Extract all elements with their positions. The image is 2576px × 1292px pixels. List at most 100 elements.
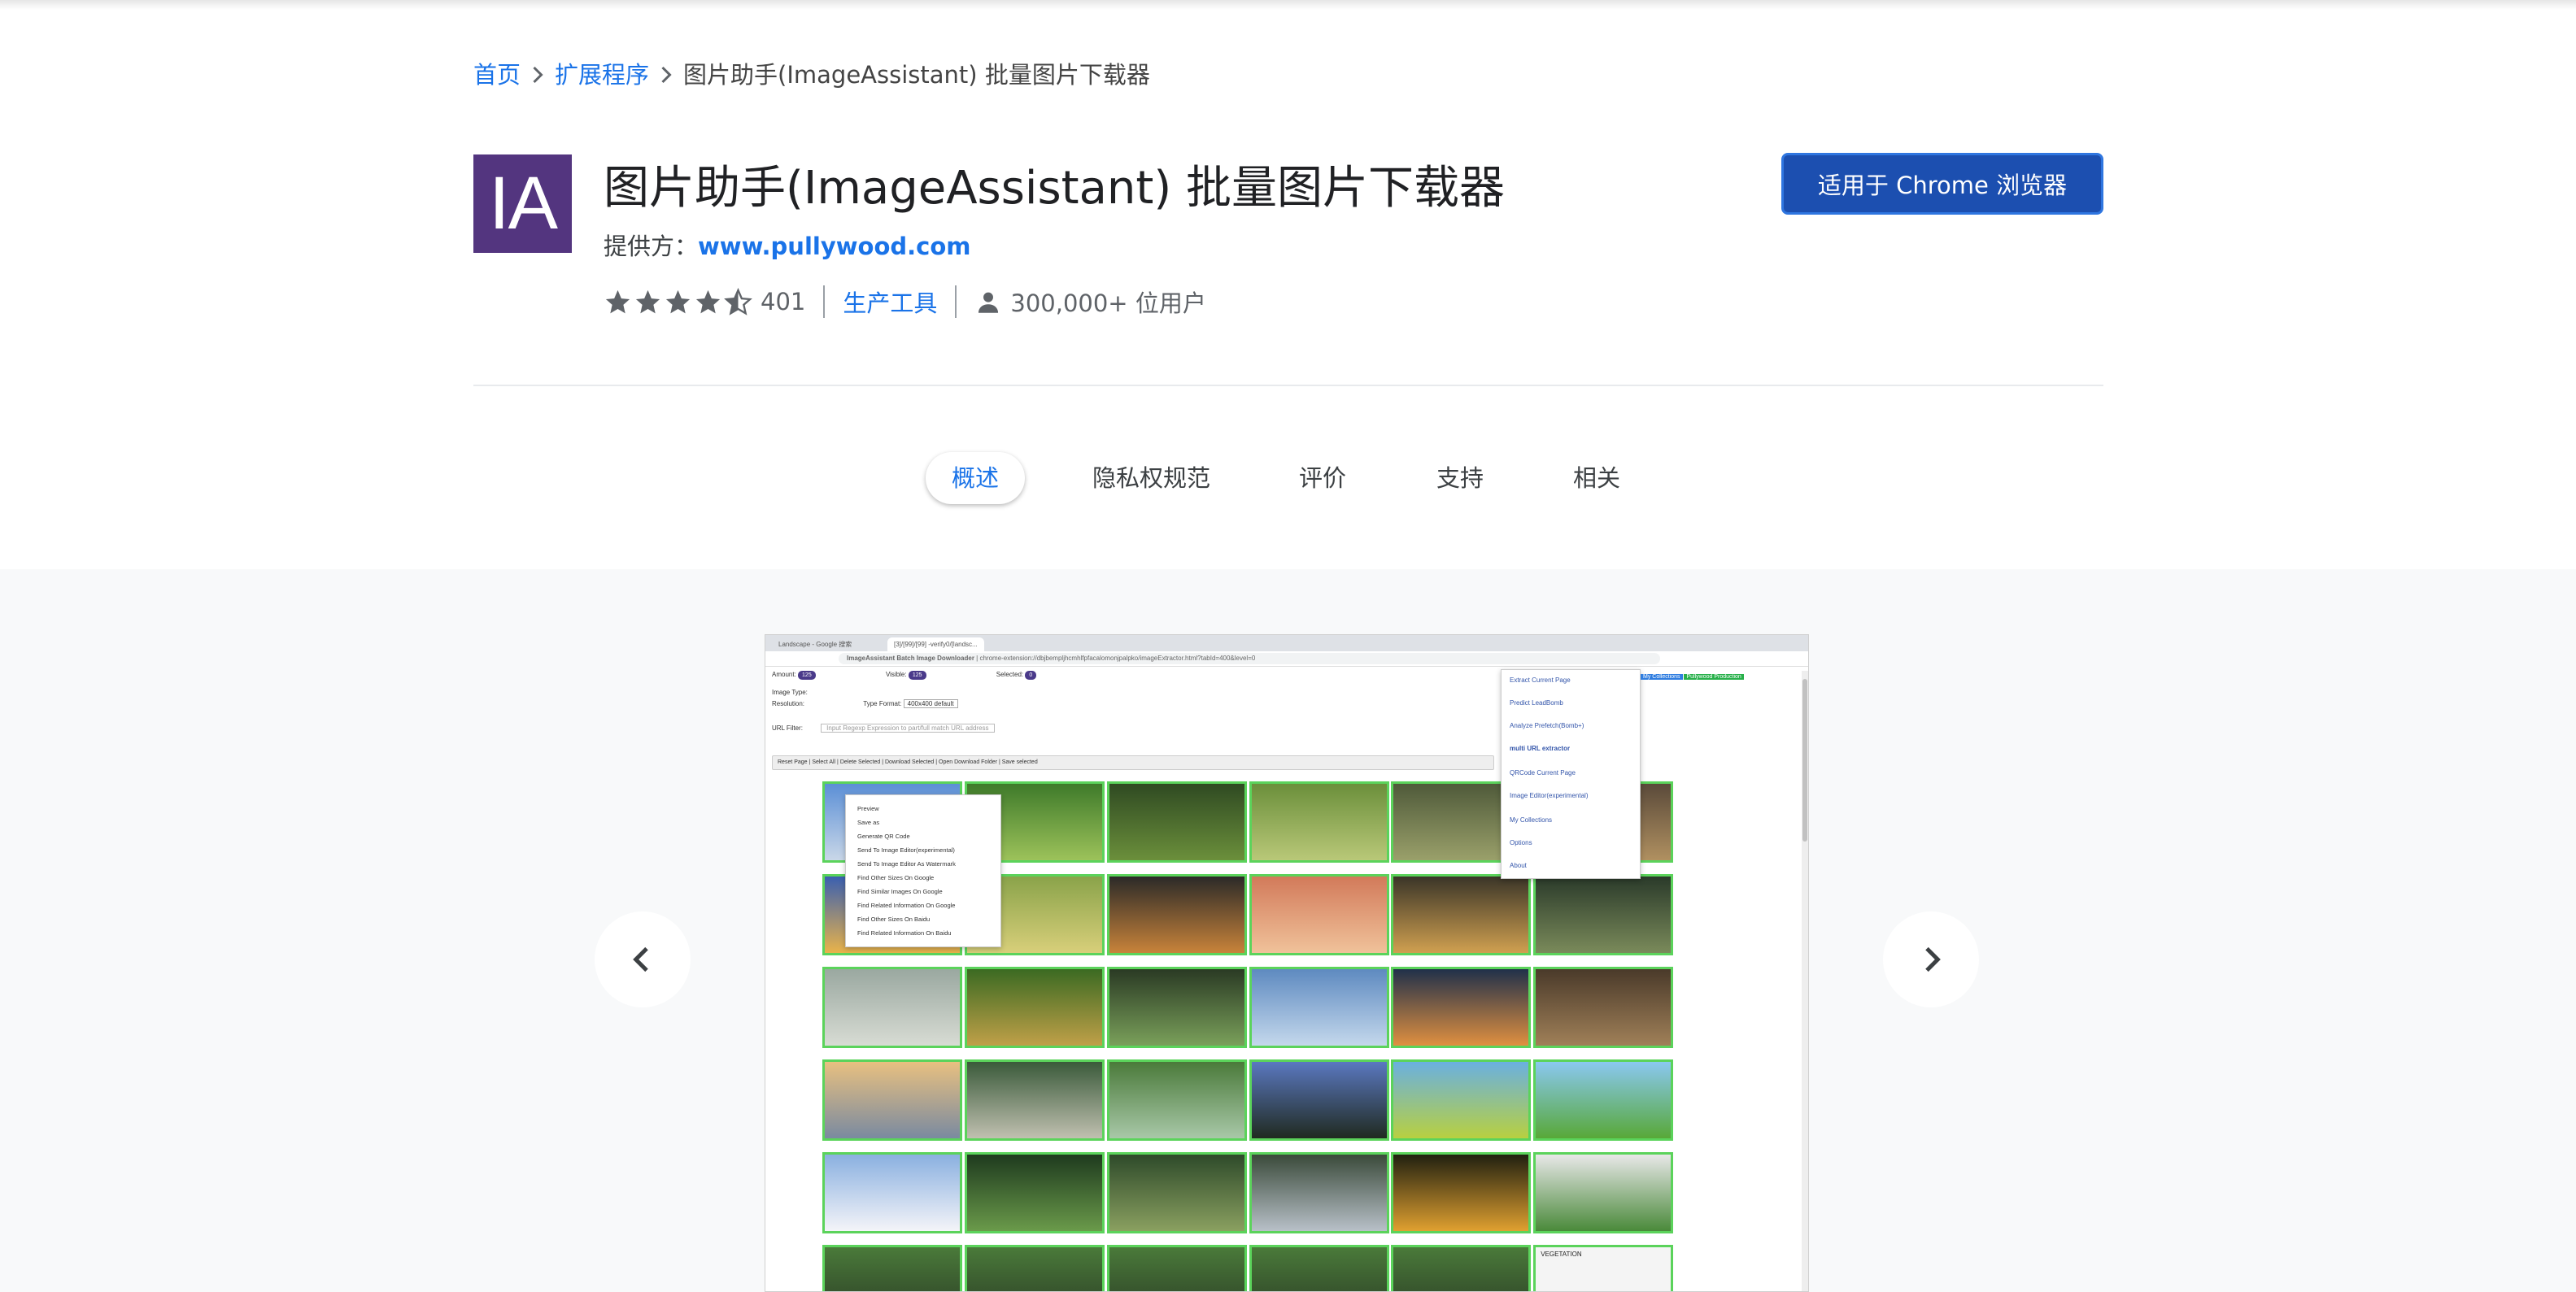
add-to-chrome-button[interactable]: 适用于 Chrome 浏览器: [1781, 153, 2103, 215]
rating-count[interactable]: 401: [761, 288, 805, 315]
breadcrumb-extensions-link[interactable]: 扩展程序: [555, 56, 649, 90]
star-half-icon: [724, 287, 752, 315]
extension-title: 图片助手(ImageAssistant) 批量图片下载器: [604, 162, 1505, 215]
user-count: 300,000+ 位用户: [1010, 289, 1206, 317]
context-menu-item: Find Related Information On Google: [857, 902, 956, 909]
thumbnail-image: [822, 1152, 963, 1233]
screenshot-url-title: ImageAssistant Batch Image Downloader: [847, 655, 974, 662]
category-link[interactable]: 生产工具: [843, 285, 937, 319]
url-filter-input: Input Regexp Expression to part/full mat…: [821, 724, 995, 733]
toolbar-item: Download Selected: [884, 759, 935, 765]
top-shadow: [0, 0, 2576, 10]
thumbnail-image: [1106, 874, 1247, 955]
extension-menu-item: About: [1510, 862, 1527, 869]
tab-related[interactable]: 相关: [1573, 452, 1620, 504]
thumbnail-image: [822, 1245, 963, 1291]
breadcrumb-current: 图片助手(ImageAssistant) 批量图片下载器: [683, 61, 1150, 89]
tab-reviews[interactable]: 评价: [1299, 452, 1346, 504]
thumbnail-image: [1533, 874, 1674, 955]
extension-menu-item: QRCode Current Page: [1510, 769, 1576, 777]
screenshot-collection-badges: My Collections Pullywood Production: [1641, 674, 1744, 680]
provider-line: 提供方：www.pullywood.com: [604, 228, 970, 262]
thumbnail-image: [1106, 1245, 1247, 1291]
thumbnail-image: [1249, 967, 1389, 1048]
context-menu-item: Save as: [857, 819, 880, 826]
context-menu-item: Generate QR Code: [857, 833, 910, 840]
thumbnail-image: [965, 1059, 1105, 1141]
toolbar-item: Open Download Folder: [939, 759, 998, 765]
resolution-row: Resolution: Type Format: 400x400 default: [772, 699, 958, 708]
amount-label: Amount:: [772, 671, 796, 678]
tab-support[interactable]: 支持: [1436, 452, 1484, 504]
header-divider: [473, 385, 2103, 386]
screenshot-address-bar: ImageAssistant Batch Image Downloader | …: [765, 651, 1808, 667]
screenshot-toolbar: Reset Page | Select All | Delete Selecte…: [772, 755, 1494, 770]
context-menu-item: Find Related Information On Baidu: [857, 929, 952, 937]
extension-menu-item: Options: [1510, 839, 1532, 846]
url-filter-label: URL Filter:: [772, 724, 803, 732]
thumbnail-image: [965, 1152, 1105, 1233]
thumbnail-image: [1391, 1245, 1532, 1291]
selected-value: 0: [1025, 671, 1037, 680]
thumbnail-image: [822, 967, 963, 1048]
thumbnail-image: [1533, 1152, 1674, 1233]
gallery-next-button[interactable]: [1883, 911, 1979, 1007]
toolbar-item: Reset Page: [778, 759, 808, 765]
toolbar-item: Save selected: [1001, 759, 1038, 765]
thumbnail-image: [1533, 967, 1674, 1048]
thumbnail-image: [1249, 874, 1389, 955]
provider-link[interactable]: www.pullywood.com: [698, 233, 970, 260]
toolbar-item: Delete Selected: [839, 759, 881, 765]
star-icon: [635, 289, 660, 313]
screenshot-scrollbar: [1802, 671, 1808, 1291]
visible-value: 125: [908, 671, 926, 680]
chevron-right-icon: [649, 59, 683, 87]
type-format-label: Type Format:: [863, 700, 902, 707]
screenshot-gallery: Landscape - Google 搜索 [3]/[99]/[99] -ver…: [0, 569, 2576, 1292]
provider-label: 提供方：: [604, 233, 699, 260]
screenshot-controls: Amount: 125 Visible: 125 Selected: 0 Ima…: [772, 671, 1504, 736]
context-menu-item: Send To Image Editor(experimental): [857, 846, 955, 854]
chevron-right-icon: [521, 59, 555, 87]
screenshot-tab: Landscape - Google 搜索: [778, 641, 852, 648]
thumbnail-image: [1106, 1059, 1247, 1141]
image-type-row: Image Type:: [772, 689, 808, 696]
star-icon: [695, 289, 721, 313]
image-type-label: Image Type:: [772, 689, 808, 696]
rating-stars[interactable]: [604, 287, 752, 316]
type-format-select: 400x400 default: [903, 699, 958, 708]
context-menu-item: Send To Image Editor As Watermark: [857, 860, 956, 868]
thumbnail-image: [965, 1245, 1105, 1291]
thumbnail-image: [822, 1059, 963, 1141]
screenshot-context-menu: Preview Save as Generate QR Code Send To…: [845, 794, 1001, 947]
url-filter-row: URL Filter: Input Regexp Expression to p…: [772, 724, 995, 733]
thumbnail-image: [1249, 1059, 1389, 1141]
toolbar-item: Select All: [812, 759, 836, 765]
breadcrumb: 首页 扩展程序 图片助手(ImageAssistant) 批量图片下载器: [473, 55, 1150, 91]
context-menu-item: Find Other Sizes On Google: [857, 874, 935, 881]
extension-menu-item: Predict LeadBomb: [1510, 699, 1563, 707]
thumbnail-image: [1249, 781, 1389, 863]
thumbnail-caption: VEGETATION: [1541, 1251, 1582, 1258]
breadcrumb-home-link[interactable]: 首页: [473, 56, 521, 90]
screenshot-tab-bar: Landscape - Google 搜索 [3]/[99]/[99] -ver…: [765, 635, 1808, 651]
extension-menu-item: Analyze Prefetch(Bomb+): [1510, 722, 1584, 729]
thumbnail-image: [1391, 967, 1532, 1048]
tab-privacy[interactable]: 隐私权规范: [1092, 452, 1210, 504]
gallery-screenshot[interactable]: Landscape - Google 搜索 [3]/[99]/[99] -ver…: [765, 634, 1809, 1292]
divider: [955, 285, 957, 318]
context-menu-item: Find Other Sizes On Baidu: [857, 916, 931, 923]
thumbnail-image: [1106, 967, 1247, 1048]
resolution-label: Resolution:: [772, 700, 805, 707]
chevron-left-icon: [633, 946, 648, 972]
meta-row: 401 生产工具 300,000+ 位用户: [604, 283, 1206, 320]
thumbnail-image: [1533, 1059, 1674, 1141]
thumbnail-image: [1249, 1245, 1389, 1291]
tab-overview[interactable]: 概述: [926, 452, 1026, 504]
thumbnail-image: [965, 967, 1105, 1048]
screenshot-url-text: chrome-extension://dbjbempljhcmhlfpfacal…: [979, 655, 1256, 662]
visible-label: Visible:: [885, 671, 907, 678]
thumbnail-image: [1391, 1059, 1532, 1141]
thumbnail-image: [1106, 781, 1247, 863]
gallery-prev-button[interactable]: [595, 911, 691, 1007]
